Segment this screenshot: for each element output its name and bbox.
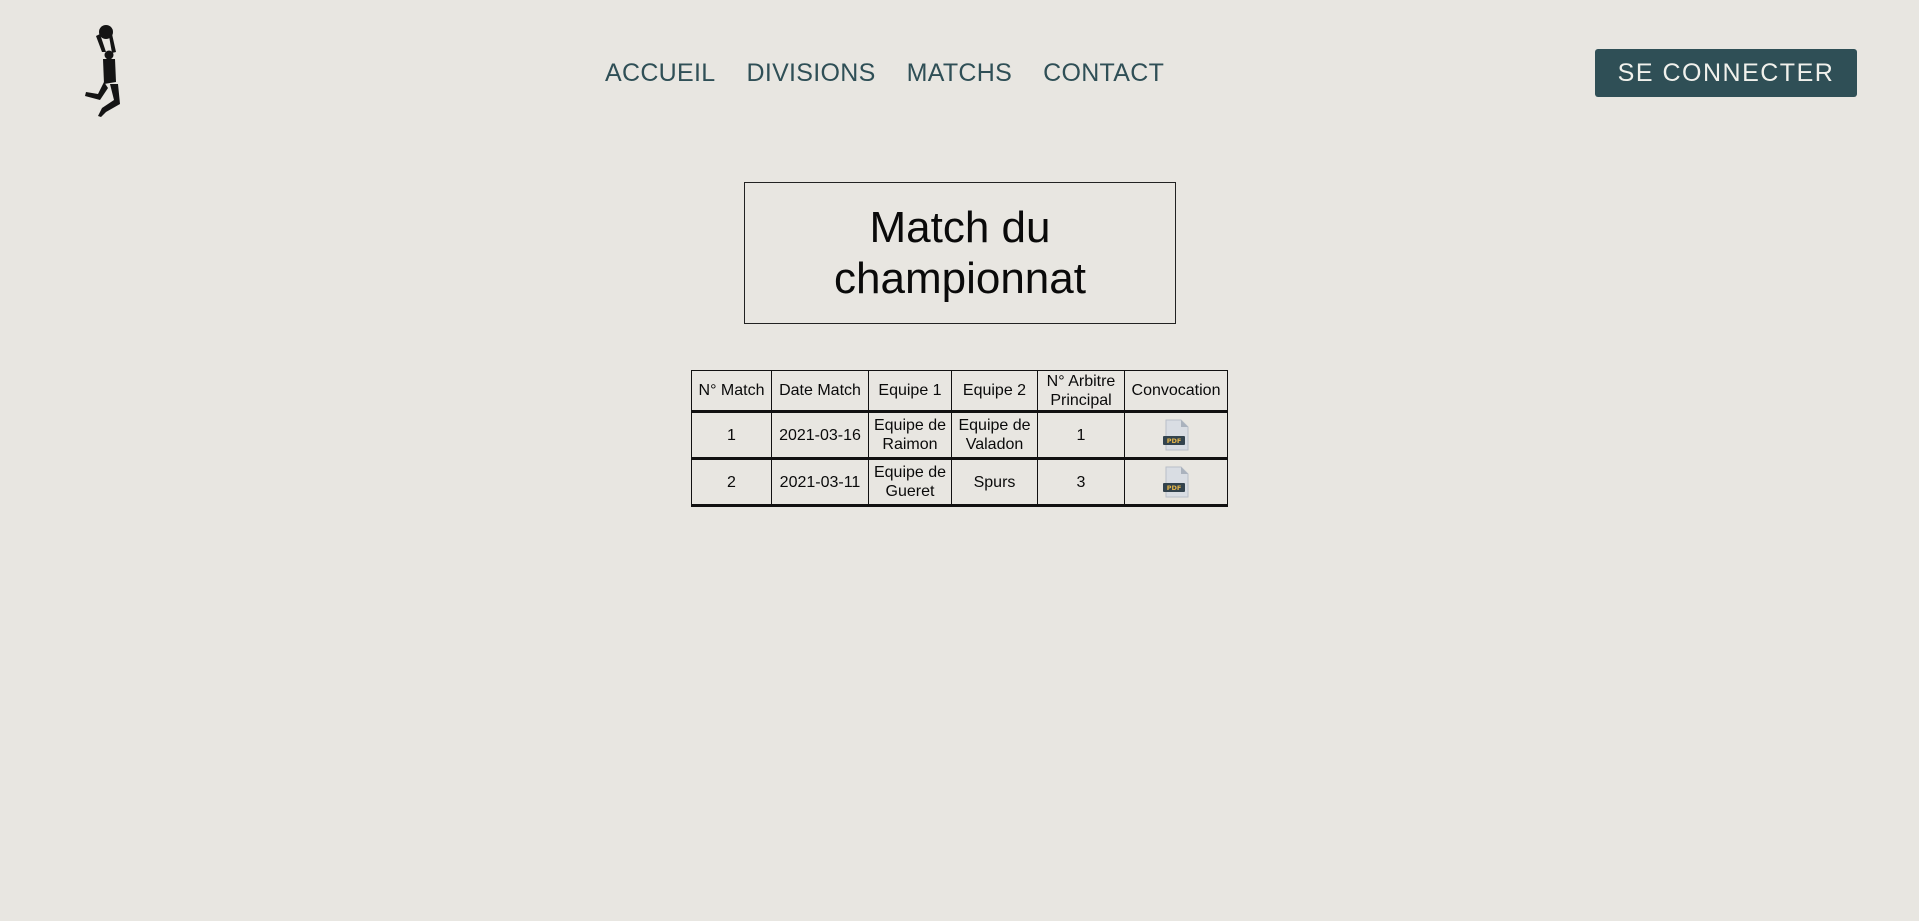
site-header: ACCUEIL DIVISIONS MATCHS CONTACT SE CONN… [0, 0, 1919, 140]
login-button[interactable]: SE CONNECTER [1595, 49, 1857, 97]
table-header-row: N° Match Date Match Equipe 1 Equipe 2 N°… [691, 370, 1228, 413]
column-header-referee: N° Arbitre Principal [1037, 370, 1125, 413]
column-header-match-number: N° Match [691, 370, 772, 413]
column-header-team2: Equipe 2 [951, 370, 1038, 413]
pdf-file-icon[interactable]: PDF [1162, 419, 1190, 451]
column-header-team1: Equipe 1 [868, 370, 952, 413]
nav-divisions[interactable]: DIVISIONS [746, 58, 875, 88]
cell-date: 2021-03-11 [771, 458, 869, 507]
column-header-date: Date Match [771, 370, 869, 413]
cell-team1: Equipe de Gueret [868, 458, 952, 507]
nav-contact[interactable]: CONTACT [1043, 58, 1164, 88]
nav-accueil[interactable]: ACCUEIL [605, 58, 715, 88]
main-nav: ACCUEIL DIVISIONS MATCHS CONTACT [605, 58, 1195, 88]
cell-team2: Equipe de Valadon [951, 411, 1038, 460]
matches-table: N° Match Date Match Equipe 1 Equipe 2 N°… [691, 370, 1228, 507]
table-row: 2 2021-03-11 Equipe de Gueret Spurs 3 PD… [691, 458, 1228, 507]
page-title: Match du championnat [834, 203, 1086, 303]
cell-referee: 3 [1037, 458, 1125, 507]
svg-text:PDF: PDF [1167, 484, 1182, 492]
cell-match-number: 2 [691, 458, 772, 507]
cell-match-number: 1 [691, 411, 772, 460]
svg-text:PDF: PDF [1167, 437, 1182, 445]
cell-date: 2021-03-16 [771, 411, 869, 460]
pdf-file-icon[interactable]: PDF [1162, 466, 1190, 498]
cell-convocation: PDF [1124, 458, 1228, 507]
basketball-player-dunk-icon[interactable] [82, 24, 132, 118]
cell-team2: Spurs [951, 458, 1038, 507]
nav-matchs[interactable]: MATCHS [907, 58, 1013, 88]
column-header-convocation: Convocation [1124, 370, 1228, 413]
cell-team1: Equipe de Raimon [868, 411, 952, 460]
page-title-box: Match du championnat [744, 182, 1176, 324]
cell-referee: 1 [1037, 411, 1125, 460]
cell-convocation: PDF [1124, 411, 1228, 460]
table-row: 1 2021-03-16 Equipe de Raimon Equipe de … [691, 411, 1228, 460]
